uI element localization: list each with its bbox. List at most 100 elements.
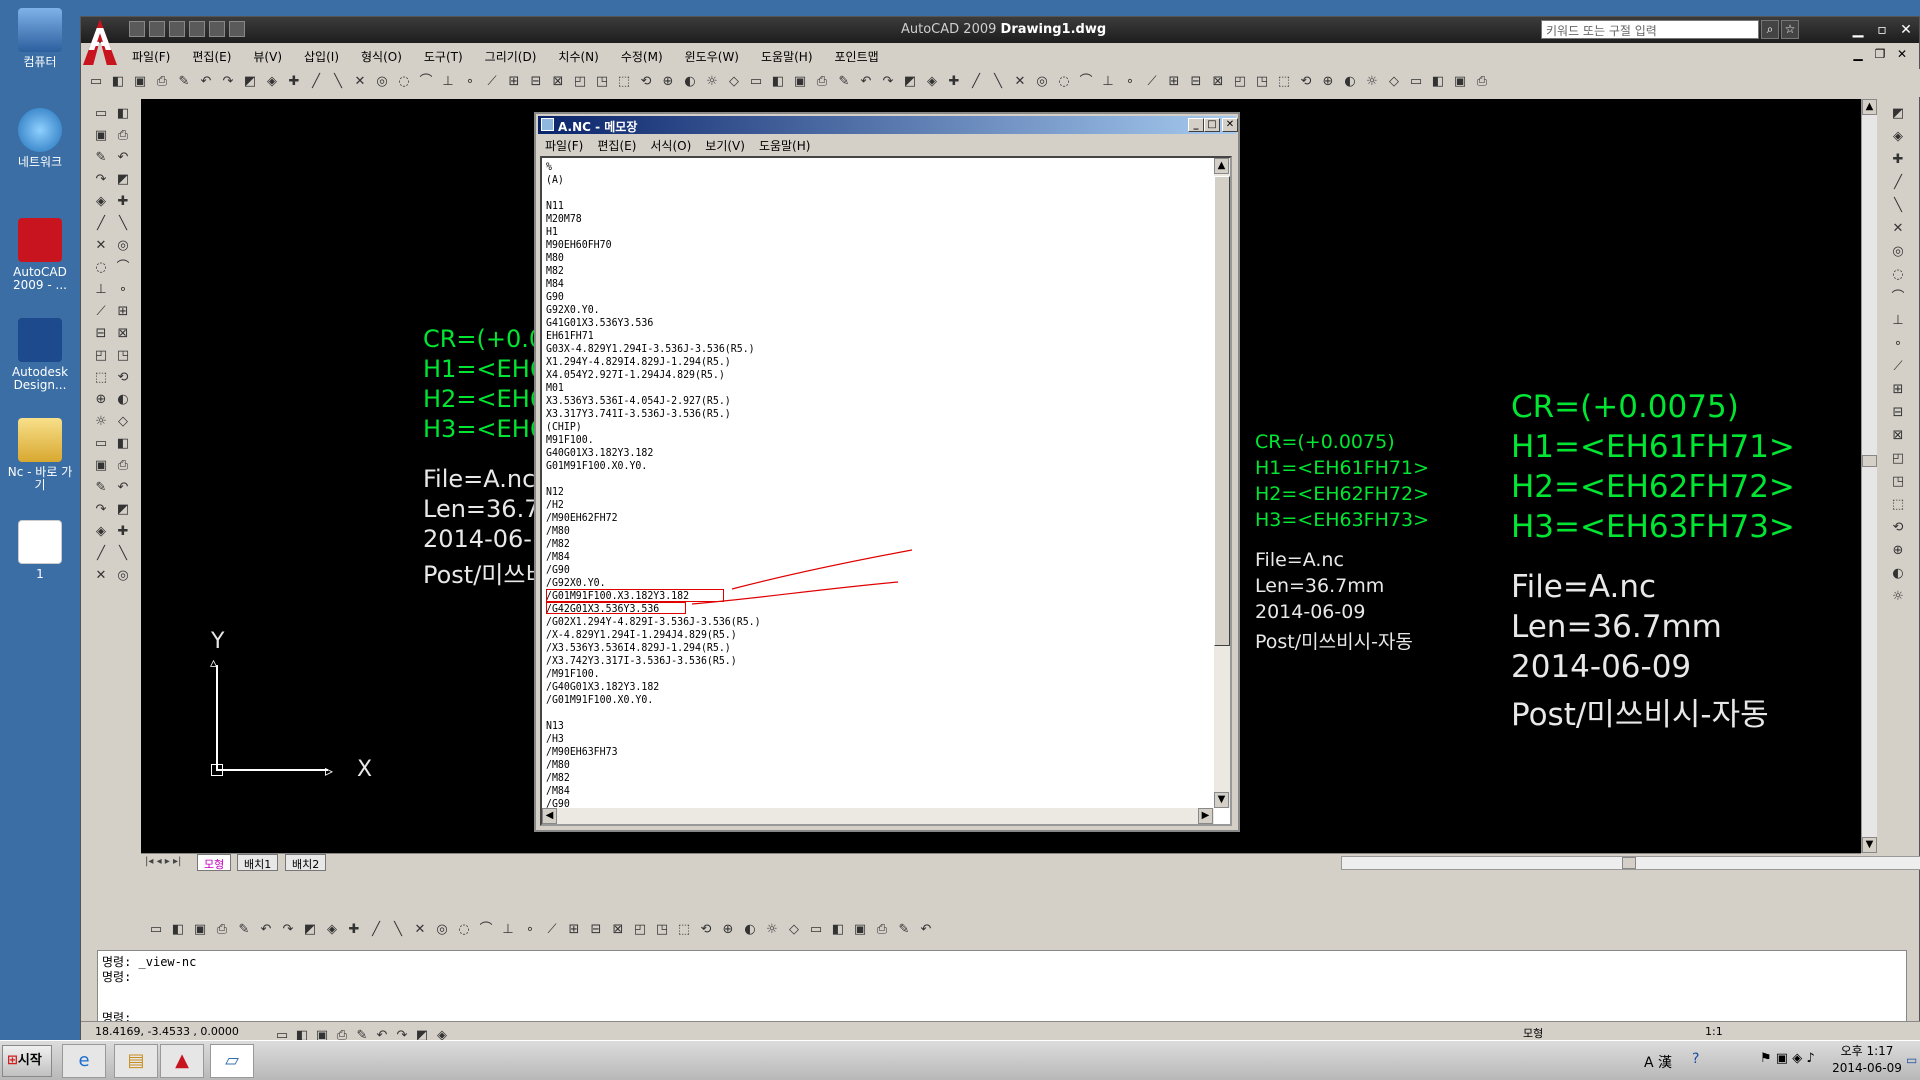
snap-tool-icon[interactable]: ⊠ bbox=[609, 921, 627, 939]
snap-tool-icon[interactable]: ⟋ bbox=[543, 921, 561, 939]
draw-tool-icon[interactable]: ⊟ bbox=[92, 325, 110, 343]
internet-explorer-icon[interactable]: e bbox=[62, 1044, 106, 1078]
standard-tool-icon[interactable]: ⌒ bbox=[1077, 73, 1095, 91]
menu-view[interactable]: 뷰(V) bbox=[242, 45, 293, 67]
draw-tool-icon[interactable]: ✕ bbox=[92, 237, 110, 255]
standard-tool-icon[interactable]: ⟋ bbox=[483, 73, 501, 91]
standard-tool-icon[interactable]: ⊟ bbox=[527, 73, 545, 91]
draw-tool-icon[interactable]: ⎙ bbox=[114, 127, 132, 145]
menu-edit[interactable]: 편집(E) bbox=[181, 45, 242, 67]
dimension-tool-icon[interactable]: ☼ bbox=[1889, 588, 1907, 606]
standard-tool-icon[interactable]: ✎ bbox=[835, 73, 853, 91]
dimension-tool-icon[interactable]: ◳ bbox=[1889, 473, 1907, 491]
draw-tool-icon[interactable]: ↶ bbox=[114, 149, 132, 167]
menu-insert[interactable]: 삽입(I) bbox=[293, 45, 350, 67]
standard-tool-icon[interactable]: ⟋ bbox=[1143, 73, 1161, 91]
standard-tool-icon[interactable]: ☼ bbox=[703, 73, 721, 91]
np-scroll-up-icon[interactable]: ▲ bbox=[1214, 158, 1229, 174]
standard-tool-icon[interactable]: ⎙ bbox=[1473, 73, 1491, 91]
doc-minimize-icon[interactable]: ▁ bbox=[1849, 47, 1867, 61]
standard-tool-icon[interactable]: ◧ bbox=[109, 73, 127, 91]
dimension-tool-icon[interactable]: ⊕ bbox=[1889, 542, 1907, 560]
standard-tool-icon[interactable]: ◌ bbox=[395, 73, 413, 91]
dimension-tool-icon[interactable]: ◌ bbox=[1889, 266, 1907, 284]
menu-help[interactable]: 도움말(H) bbox=[750, 45, 824, 67]
draw-tool-icon[interactable]: ✎ bbox=[92, 149, 110, 167]
standard-tool-icon[interactable]: ⎙ bbox=[153, 73, 171, 91]
standard-tool-icon[interactable]: ⟲ bbox=[637, 73, 655, 91]
command-window[interactable]: 명령: _view-nc 명령: 명령: bbox=[97, 950, 1907, 1028]
desktop-icon-autodesk-design[interactable]: Autodesk Design... bbox=[4, 318, 76, 392]
standard-tool-icon[interactable]: ⟲ bbox=[1297, 73, 1315, 91]
draw-tool-icon[interactable]: ✕ bbox=[92, 567, 110, 585]
doc-close-icon[interactable]: ✕ bbox=[1893, 47, 1911, 61]
draw-tool-icon[interactable]: ↶ bbox=[114, 479, 132, 497]
menu-draw[interactable]: 그리기(D) bbox=[474, 45, 548, 67]
doc-restore-icon[interactable]: ❐ bbox=[1871, 47, 1889, 61]
notepad-taskbar-icon[interactable]: ▱ bbox=[210, 1044, 254, 1078]
draw-tool-icon[interactable]: ☼ bbox=[92, 413, 110, 431]
draw-tool-icon[interactable]: ╲ bbox=[114, 215, 132, 233]
annotation-scale[interactable]: 1:1 bbox=[1705, 1025, 1723, 1038]
dimension-tool-icon[interactable]: ✚ bbox=[1889, 151, 1907, 169]
print-icon[interactable] bbox=[189, 21, 205, 37]
snap-tool-icon[interactable]: ╲ bbox=[389, 921, 407, 939]
scroll-down-icon[interactable]: ▼ bbox=[1862, 837, 1877, 853]
np-scroll-down-icon[interactable]: ▼ bbox=[1214, 792, 1229, 808]
notepad-vertical-scrollbar[interactable]: ▲ ▼ bbox=[1214, 158, 1230, 808]
standard-tool-icon[interactable]: ⌒ bbox=[417, 73, 435, 91]
dimension-tool-icon[interactable]: ⊥ bbox=[1889, 312, 1907, 330]
dimension-tool-icon[interactable]: ⬚ bbox=[1889, 496, 1907, 514]
model-space-button[interactable]: 모형 bbox=[1523, 1025, 1543, 1041]
dimension-tool-icon[interactable]: ◰ bbox=[1889, 450, 1907, 468]
draw-tool-icon[interactable]: ↷ bbox=[92, 171, 110, 189]
standard-tool-icon[interactable]: ◐ bbox=[681, 73, 699, 91]
standard-tool-icon[interactable]: ◐ bbox=[1341, 73, 1359, 91]
snap-tool-icon[interactable]: ✎ bbox=[235, 921, 253, 939]
dimension-tool-icon[interactable]: ◎ bbox=[1889, 243, 1907, 261]
draw-tool-icon[interactable]: ⊞ bbox=[114, 303, 132, 321]
draw-tool-icon[interactable]: ▭ bbox=[92, 435, 110, 453]
snap-tool-icon[interactable]: ⊟ bbox=[587, 921, 605, 939]
snap-tool-icon[interactable]: ⌒ bbox=[477, 921, 495, 939]
standard-tool-icon[interactable]: ◩ bbox=[901, 73, 919, 91]
snap-tool-icon[interactable]: ⊞ bbox=[565, 921, 583, 939]
standard-tool-icon[interactable]: ↷ bbox=[879, 73, 897, 91]
snap-tool-icon[interactable]: ▭ bbox=[147, 921, 165, 939]
np-menu-file[interactable]: 파일(F) bbox=[538, 136, 590, 154]
new-icon[interactable] bbox=[129, 21, 145, 37]
standard-tool-icon[interactable]: ◎ bbox=[1033, 73, 1051, 91]
menu-file[interactable]: 파일(F) bbox=[121, 45, 181, 67]
draw-tool-icon[interactable]: ◎ bbox=[114, 237, 132, 255]
draw-tool-icon[interactable]: ◧ bbox=[114, 435, 132, 453]
standard-tool-icon[interactable]: ▭ bbox=[1407, 73, 1425, 91]
draw-tool-icon[interactable]: ◧ bbox=[114, 105, 132, 123]
standard-tool-icon[interactable]: ⊠ bbox=[1209, 73, 1227, 91]
draw-tool-icon[interactable]: ╱ bbox=[92, 215, 110, 233]
draw-tool-icon[interactable]: ◌ bbox=[92, 259, 110, 277]
drawing-vertical-scrollbar[interactable]: ▲ ▼ bbox=[1861, 99, 1877, 853]
tab-layout2[interactable]: 배치2 bbox=[285, 854, 327, 871]
snap-tool-icon[interactable]: ∘ bbox=[521, 921, 539, 939]
snap-tool-icon[interactable]: ╱ bbox=[367, 921, 385, 939]
snap-tool-icon[interactable]: ⎙ bbox=[213, 921, 231, 939]
standard-tool-icon[interactable]: ⊠ bbox=[549, 73, 567, 91]
snap-tool-icon[interactable]: ⬚ bbox=[675, 921, 693, 939]
standard-tool-icon[interactable]: ☼ bbox=[1363, 73, 1381, 91]
standard-tool-icon[interactable]: ◰ bbox=[571, 73, 589, 91]
tab-nav-arrows-icon[interactable]: |◂ ◂ ▸ ▸| bbox=[145, 856, 181, 867]
desktop-icon-computer[interactable]: 컴퓨터 bbox=[4, 8, 76, 69]
standard-tool-icon[interactable]: ✚ bbox=[945, 73, 963, 91]
redo-icon[interactable] bbox=[229, 21, 245, 37]
snap-tool-icon[interactable]: ◌ bbox=[455, 921, 473, 939]
np-menu-view[interactable]: 보기(V) bbox=[698, 136, 752, 154]
draw-tool-icon[interactable]: ╱ bbox=[92, 545, 110, 563]
snap-tool-icon[interactable]: ☼ bbox=[763, 921, 781, 939]
dimension-tool-icon[interactable]: ⊞ bbox=[1889, 381, 1907, 399]
notepad-text-area[interactable]: % (A) N11 M20M78 H1 M90EH60FH70 M80 M82 … bbox=[540, 156, 1232, 826]
drawing-horizontal-scrollbar[interactable] bbox=[1341, 856, 1920, 870]
menu-window[interactable]: 윈도우(W) bbox=[674, 45, 750, 67]
snap-tool-icon[interactable]: ◇ bbox=[785, 921, 803, 939]
draw-tool-icon[interactable]: ⟲ bbox=[114, 369, 132, 387]
draw-tool-icon[interactable]: ⊠ bbox=[114, 325, 132, 343]
